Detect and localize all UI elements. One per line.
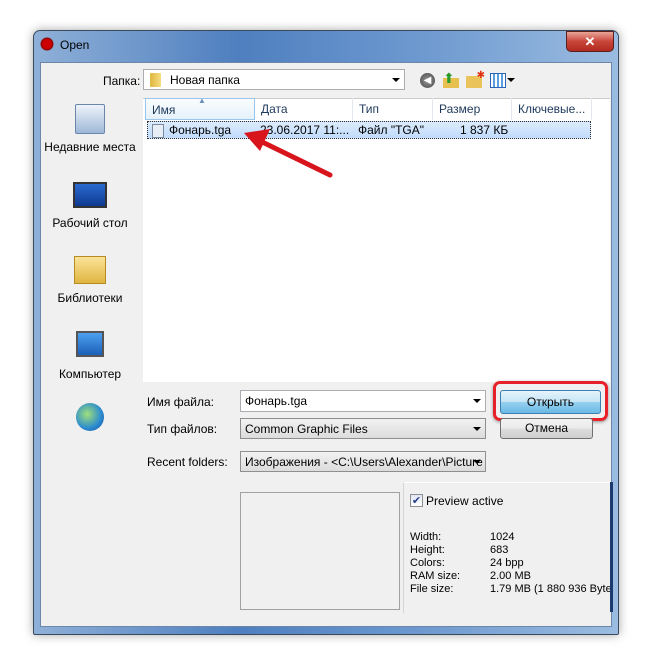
column-name[interactable]: Имя ▲ <box>145 96 255 120</box>
info-row: Height: 683 <box>410 544 610 557</box>
up-folder-button[interactable]: ⬆ <box>443 71 459 88</box>
recent-folders-select[interactable]: Изображения - <C:\Users\Alexander\Pictur… <box>240 451 486 472</box>
close-button[interactable]: ✕ <box>566 31 614 52</box>
places-item-network[interactable] <box>40 403 140 431</box>
info-label: File size: <box>410 583 454 595</box>
info-row: File size: 1.79 MB (1 880 936 Bytes <box>410 583 610 596</box>
filetype-label: Тип файлов: <box>147 422 218 436</box>
column-label: Имя <box>152 103 176 117</box>
filetype-select[interactable]: Common Graphic Files <box>240 418 486 439</box>
tga-file-icon <box>152 124 164 138</box>
filetype-value: Common Graphic Files <box>245 422 368 436</box>
cancel-button[interactable]: Отмена <box>500 418 593 439</box>
filename-label: Имя файла: <box>147 395 214 409</box>
places-label: Рабочий стол <box>52 216 128 230</box>
places-item-libraries[interactable]: Библиотеки <box>40 256 140 305</box>
filename-input[interactable]: Фонарь.tga <box>240 390 486 412</box>
info-row: RAM size: 2.00 MB <box>410 570 610 583</box>
folder-label: Папка: <box>103 74 141 88</box>
new-folder-button[interactable]: ✱ <box>466 70 485 88</box>
info-label: Width: <box>410 531 442 543</box>
info-row: Width: 1024 <box>410 531 610 544</box>
info-row: Colors: 24 bpp <box>410 557 610 570</box>
folder-value: Новая папка <box>170 73 240 87</box>
info-value: 2.00 MB <box>490 570 531 582</box>
recent-folders-label: Recent folders: <box>147 455 228 469</box>
folder-combo[interactable]: Новая папка <box>143 69 405 90</box>
info-label: Height: <box>410 544 445 556</box>
places-item-recent[interactable]: Недавние места <box>40 104 140 155</box>
places-label: Компьютер <box>58 367 122 381</box>
folder-icon <box>150 73 161 87</box>
column-date[interactable]: Дата <box>255 98 353 120</box>
file-name: Фонарь.tga <box>169 123 232 137</box>
preview-image-box <box>240 492 400 610</box>
chevron-down-icon <box>392 78 400 82</box>
places-label: Недавние места <box>44 140 136 154</box>
image-info: Width: 1024 Height: 683 Colors: 24 bpp RAM … <box>410 531 610 596</box>
preview-active-checkbox[interactable]: ✔ <box>410 494 423 507</box>
file-type: Файл "TGA" <box>358 123 425 137</box>
chevron-down-icon[interactable] <box>473 399 481 403</box>
column-size[interactable]: Размер <box>433 98 512 120</box>
info-value: 24 bpp <box>490 557 524 569</box>
arrow-shaft <box>251 135 333 178</box>
info-label: RAM size: <box>410 570 461 582</box>
filename-value: Фонарь.tga <box>245 394 308 408</box>
back-button[interactable]: ◀ <box>420 73 435 88</box>
recent-places-icon <box>75 104 105 134</box>
chevron-down-icon[interactable] <box>507 78 515 82</box>
network-icon <box>76 403 104 431</box>
window-title: Open <box>60 38 90 52</box>
info-value: 683 <box>490 544 509 556</box>
chevron-down-icon <box>473 460 481 464</box>
file-size: 1 837 КБ <box>460 123 509 137</box>
column-keywords[interactable]: Ключевые... <box>512 98 592 120</box>
file-list[interactable] <box>143 98 610 382</box>
places-item-desktop[interactable]: Рабочий стол <box>40 182 140 230</box>
computer-icon <box>76 331 104 357</box>
app-icon <box>40 37 54 51</box>
red-arrow-annotation <box>244 129 333 178</box>
file-row[interactable]: Фонарь.tga 23.06.2017 11:... Файл "TGA" … <box>147 121 591 139</box>
view-menu-button[interactable] <box>490 73 506 88</box>
recent-folders-value: Изображения - <C:\Users\Alexander\Pictur… <box>245 455 483 469</box>
desktop-icon <box>73 182 107 208</box>
sort-up-icon: ▲ <box>198 96 206 105</box>
window-edge <box>610 482 613 612</box>
places-label: Библиотеки <box>57 291 123 305</box>
preview-active-label[interactable]: Preview active <box>426 494 503 508</box>
column-type[interactable]: Тип <box>353 98 433 120</box>
arrow-head <box>244 129 270 151</box>
open-button[interactable]: Открыть <box>500 390 601 414</box>
libraries-icon <box>74 256 106 284</box>
info-value: 1.79 MB (1 880 936 Bytes <box>490 583 610 595</box>
info-label: Colors: <box>410 557 445 569</box>
info-value: 1024 <box>490 531 515 543</box>
places-item-computer[interactable]: Компьютер <box>40 331 140 381</box>
chevron-down-icon <box>473 427 481 431</box>
